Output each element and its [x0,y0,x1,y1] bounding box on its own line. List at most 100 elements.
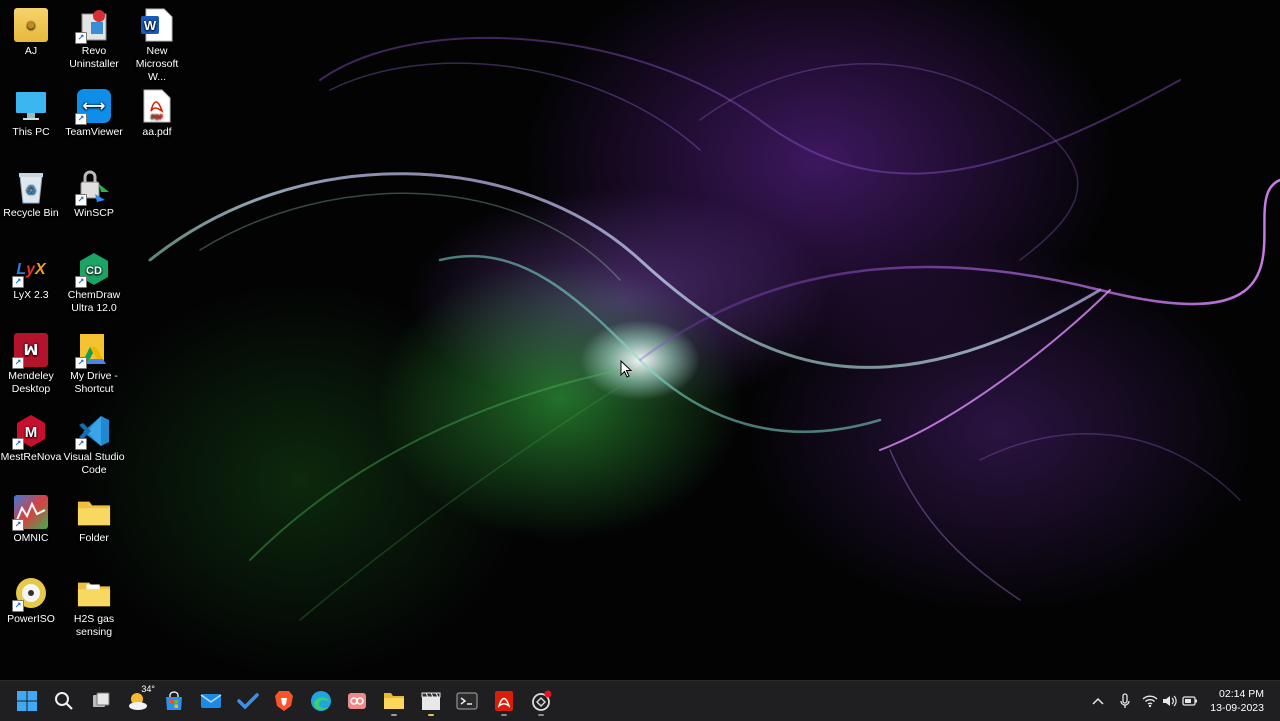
folder-icon [77,495,111,529]
shortcut-arrow-icon: ↗ [12,438,24,450]
desktop-icon-recycle-bin[interactable]: ♻ Recycle Bin [0,170,62,220]
desktop-icon-label: Visual Studio Code [63,451,125,476]
desktop-icon-teamviewer[interactable]: ⟷ ↗ TeamViewer [63,89,125,139]
mouse-cursor-icon [620,360,632,378]
file-explorer-icon [384,693,404,709]
clock-time: 02:14 PM [1219,688,1264,700]
desktop-icon-chemdraw[interactable]: CD ↗ ChemDraw Ultra 12.0 [63,252,125,315]
desktop-icon-label: aa.pdf [142,126,172,138]
weather-sun-cloud-icon [129,693,147,710]
desktop-icon-label: LyX 2.3 [13,289,49,301]
desktop-icon-mendeley[interactable]: ꟽ ↗ Mendeley Desktop [0,333,62,396]
desktop-icon-omnic[interactable]: ↗ OMNIC [0,495,62,545]
microsoft-store-button[interactable] [158,685,190,717]
clock-date: 13-09-2023 [1210,702,1264,714]
shortcut-arrow-icon: ↗ [75,32,87,44]
winscp-icon: ↗ [75,170,111,206]
svg-text:CD: CD [86,265,102,277]
running-indicator [538,714,544,716]
monitor-icon [14,89,48,123]
file-explorer-button[interactable] [378,685,410,717]
desktop-icon-label: Revo Uninstaller [69,45,119,70]
shortcut-arrow-icon: ↗ [12,357,24,369]
task-view-icon [93,692,110,707]
desktop-icon-label: Recycle Bin [3,207,59,219]
wallpaper-swirls [148,36,1280,621]
running-indicator [428,714,434,716]
brave-button[interactable] [268,685,300,717]
desktop-icon-label: OMNIC [13,532,49,544]
teamviewer-icon: ⟷ ↗ [75,89,111,125]
search-button[interactable] [48,685,80,717]
desktop-icon-vscode[interactable]: ↗ Visual Studio Code [63,414,125,477]
clock-button[interactable]: 02:14 PM 13-09-2023 [1210,687,1264,715]
terminal-icon [456,692,478,710]
poweriso-icon: ↗ [12,576,48,612]
mail-icon [200,694,222,708]
start-button[interactable] [11,685,43,717]
edge-button[interactable] [305,685,337,717]
desktop-icon-label: AJ [24,45,38,57]
desktop-icon-folder[interactable]: Folder [63,495,125,545]
snipping-tool-icon [348,693,366,709]
desktop-icon-label: Folder [79,532,109,544]
desktop-icon-new-word-doc[interactable]: W New Microsoft W... [126,8,188,84]
snipping-tool-button[interactable] [341,685,373,717]
wifi-icon [1142,695,1158,708]
pdf-file-icon: PDF [140,89,174,123]
folder-user-icon: ● [14,8,48,42]
microphone-icon [1120,693,1130,708]
terminal-button[interactable] [451,685,483,717]
windows-logo-icon [17,691,37,711]
shortcut-arrow-icon: ↗ [75,438,87,450]
omnic-icon: ↗ [12,495,48,531]
desktop-icon-label: Mendeley Desktop [8,370,54,395]
desktop-icon-aa-pdf[interactable]: PDF aa.pdf [126,89,188,139]
folder-icon [77,576,111,610]
show-hidden-icons-button[interactable] [1088,681,1108,721]
desktop-icon-poweriso[interactable]: ↗ PowerISO [0,576,62,626]
search-icon [55,692,73,710]
shortcut-arrow-icon: ↗ [12,600,24,612]
desktop-icon-label: ChemDraw Ultra 12.0 [67,289,121,314]
desktop-icon-my-drive[interactable]: ↗ My Drive - Shortcut [63,333,125,396]
microphone-tray-button[interactable] [1116,681,1134,721]
network-volume-battery-button[interactable] [1142,681,1198,721]
desktop-icon-winscp[interactable]: ↗ WinSCP [63,170,125,220]
volume-icon [1163,695,1177,707]
todo-button[interactable] [232,685,264,717]
desktop-icon-aj[interactable]: ● AJ [0,8,62,58]
desktop-icon-lyx[interactable]: LyX ↗ LyX 2.3 [0,252,62,302]
desktop-icon-label: This PC [12,126,50,138]
mestrenova-icon: M ↗ [12,414,48,450]
mail-button[interactable] [195,685,227,717]
acrobat-icon [495,691,513,711]
lyx-icon: LyX ↗ [12,252,48,288]
mendeley-icon: ꟽ ↗ [12,333,48,369]
brave-browser-icon [275,691,293,711]
task-view-button[interactable] [85,685,117,717]
chevron-up-icon [1092,697,1104,705]
chatgpt-button[interactable] [525,685,557,717]
desktop-icon-revo-uninstaller[interactable]: ↗ Revo Uninstaller [63,8,125,71]
shortcut-arrow-icon: ↗ [75,194,87,206]
chemdraw-icon: CD ↗ [75,252,111,288]
weather-temperature: 34° [141,684,155,694]
vscode-icon: ↗ [75,414,111,450]
acrobat-button[interactable] [488,685,520,717]
desktop-icon-h2s-gas-sensing[interactable]: H2S gas sensing [63,576,125,639]
video-editor-button[interactable] [415,685,447,717]
desktop-icon-this-pc[interactable]: This PC [0,89,62,139]
shortcut-arrow-icon: ↗ [75,113,87,125]
desktop-wallpaper [0,0,1280,680]
shortcut-arrow-icon: ↗ [12,276,24,288]
recycle-bin-icon: ♻ [14,170,48,204]
clapperboard-icon [421,692,441,710]
desktop-icon-label: PowerISO [7,613,55,625]
todo-check-icon [237,693,259,710]
desktop-icon-label: My Drive - Shortcut [70,370,118,395]
weather-widget[interactable]: 34° [121,684,155,717]
store-icon [166,691,182,710]
desktop-icon-mestrenova[interactable]: M ↗ MestReNova [0,414,62,464]
desktop-icon-label: H2S gas sensing [73,613,115,638]
